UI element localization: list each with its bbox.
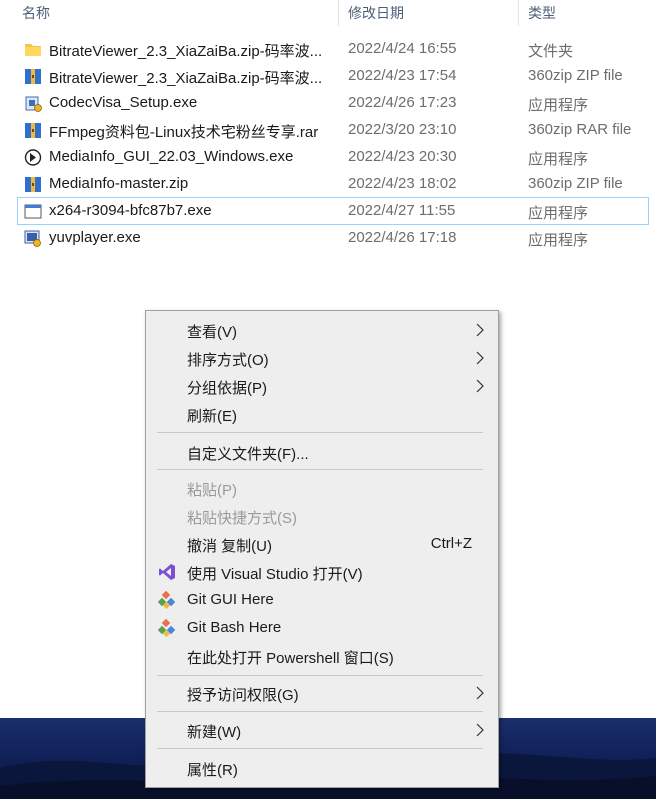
menu-separator xyxy=(157,748,483,749)
column-modified-header[interactable]: 修改日期 xyxy=(348,3,404,23)
menu-item-view[interactable]: 查看(V) xyxy=(146,317,498,343)
file-row[interactable]: BitrateViewer_2.3_XiaZaiBa.zip-码率波... 20… xyxy=(20,36,648,62)
chevron-right-icon xyxy=(476,351,484,365)
column-type-header[interactable]: 类型 xyxy=(528,3,556,23)
context-menu: 查看(V) 排序方式(O) 分组依据(P) 刷新(E) 自定义文件夹(F)...… xyxy=(145,310,499,788)
menu-item-label: 使用 Visual Studio 打开(V) xyxy=(187,566,363,583)
menu-item-undo-copy[interactable]: 撤消 复制(U) Ctrl+Z xyxy=(146,531,498,557)
file-date: 2022/4/26 17:23 xyxy=(348,94,457,111)
file-date: 2022/4/26 17:18 xyxy=(348,229,457,246)
file-row-selected[interactable]: x264-r3094-bfc87b7.exe 2022/4/27 11:55 应… xyxy=(17,197,649,225)
chevron-right-icon xyxy=(476,323,484,337)
file-name: MediaInfo-master.zip xyxy=(49,175,189,192)
menu-item-properties[interactable]: 属性(R) xyxy=(146,755,498,781)
file-date: 2022/4/23 17:54 xyxy=(348,67,457,84)
file-name: x264-r3094-bfc87b7.exe xyxy=(49,202,212,219)
menu-item-label: 分组依据(P) xyxy=(187,380,267,397)
menu-item-paste-shortcut: 粘贴快捷方式(S) xyxy=(146,503,498,529)
file-name: BitrateViewer_2.3_XiaZaiBa.zip-码率波... xyxy=(49,43,323,60)
zip-archive-icon xyxy=(25,177,41,192)
file-type: 应用程序 xyxy=(528,97,589,114)
chevron-right-icon xyxy=(476,723,484,737)
window-app-icon xyxy=(24,204,42,219)
menu-item-shortcut: Ctrl+Z xyxy=(430,535,472,552)
file-row[interactable]: MediaInfo_GUI_22.03_Windows.exe 2022/4/2… xyxy=(20,144,648,170)
rar-archive-icon xyxy=(25,123,41,138)
menu-item-label: 粘贴快捷方式(S) xyxy=(187,510,297,527)
menu-item-paste: 粘贴(P) xyxy=(146,475,498,501)
sort-caret-icon: ⌃ xyxy=(172,0,180,5)
file-name: FFmpeg资料包-Linux技术宅粉丝专享.rar xyxy=(49,124,319,141)
chevron-right-icon xyxy=(476,379,484,393)
menu-item-label: 刷新(E) xyxy=(187,408,237,425)
menu-item-label: 授予访问权限(G) xyxy=(187,687,299,704)
file-name: BitrateViewer_2.3_XiaZaiBa.zip-码率波... xyxy=(49,70,323,87)
zip-archive-icon xyxy=(25,69,41,84)
menu-separator xyxy=(157,432,483,433)
file-row[interactable]: yuvplayer.exe 2022/4/26 17:18 应用程序 xyxy=(20,225,648,251)
yuvplayer-icon xyxy=(24,230,41,247)
menu-item-label: 查看(V) xyxy=(187,324,237,341)
menu-item-label: 粘贴(P) xyxy=(187,482,237,499)
menu-separator xyxy=(157,711,483,712)
file-date: 2022/4/24 16:55 xyxy=(348,40,457,57)
menu-item-new[interactable]: 新建(W) xyxy=(146,717,498,743)
installer-icon xyxy=(25,96,42,112)
file-type: 360zip ZIP file xyxy=(528,67,623,84)
file-type: 应用程序 xyxy=(528,151,589,168)
column-divider[interactable] xyxy=(518,0,519,26)
menu-item-git-gui[interactable]: Git GUI Here xyxy=(146,587,498,613)
file-date: 2022/4/27 11:55 xyxy=(348,202,456,219)
file-name: yuvplayer.exe xyxy=(49,229,141,246)
menu-item-label: 属性(R) xyxy=(187,762,238,779)
chevron-right-icon xyxy=(476,686,484,700)
menu-item-refresh[interactable]: 刷新(E) xyxy=(146,401,498,427)
menu-item-label: 新建(W) xyxy=(187,724,242,741)
menu-item-label: 在此处打开 Powershell 窗口(S) xyxy=(187,650,394,667)
menu-item-label: Git GUI Here xyxy=(187,591,274,608)
menu-item-label: 撤消 复制(U) xyxy=(187,538,272,555)
menu-item-open-visual-studio[interactable]: 使用 Visual Studio 打开(V) xyxy=(146,559,498,585)
column-header: ⌃ 名称 修改日期 类型 xyxy=(0,0,656,26)
menu-item-group[interactable]: 分组依据(P) xyxy=(146,373,498,399)
menu-item-git-bash[interactable]: Git Bash Here xyxy=(146,615,498,641)
mediainfo-icon xyxy=(24,149,42,166)
file-name: CodecVisa_Setup.exe xyxy=(49,94,198,111)
menu-item-open-powershell[interactable]: 在此处打开 Powershell 窗口(S) xyxy=(146,643,498,669)
git-bash-icon xyxy=(158,619,176,637)
menu-separator xyxy=(157,675,483,676)
file-date: 2022/3/20 23:10 xyxy=(348,121,457,138)
git-gui-icon xyxy=(158,591,176,609)
menu-item-sort[interactable]: 排序方式(O) xyxy=(146,345,498,371)
menu-item-customize-folder[interactable]: 自定义文件夹(F)... xyxy=(146,439,498,465)
visual-studio-icon xyxy=(159,564,175,580)
column-name-header[interactable]: 名称 xyxy=(22,3,50,23)
file-type: 360zip ZIP file xyxy=(528,175,623,192)
menu-separator xyxy=(157,469,483,470)
folder-icon xyxy=(25,44,41,56)
file-row[interactable]: BitrateViewer_2.3_XiaZaiBa.zip-码率波... 20… xyxy=(20,63,648,89)
file-row[interactable]: FFmpeg资料包-Linux技术宅粉丝专享.rar 2022/3/20 23:… xyxy=(20,117,648,143)
file-row[interactable]: MediaInfo-master.zip 2022/4/23 18:02 360… xyxy=(20,171,648,197)
menu-item-grant-access[interactable]: 授予访问权限(G) xyxy=(146,680,498,706)
menu-item-label: 自定义文件夹(F)... xyxy=(187,446,309,463)
column-divider[interactable] xyxy=(338,0,339,26)
menu-item-label: Git Bash Here xyxy=(187,619,282,636)
menu-item-label: 排序方式(O) xyxy=(187,352,269,369)
file-type: 应用程序 xyxy=(528,205,589,222)
file-row[interactable]: CodecVisa_Setup.exe 2022/4/26 17:23 应用程序 xyxy=(20,90,648,116)
file-date: 2022/4/23 18:02 xyxy=(348,175,457,192)
file-name: MediaInfo_GUI_22.03_Windows.exe xyxy=(49,148,294,165)
file-date: 2022/4/23 20:30 xyxy=(348,148,457,165)
file-type: 360zip RAR file xyxy=(528,121,632,138)
file-type: 文件夹 xyxy=(528,43,574,60)
file-type: 应用程序 xyxy=(528,232,589,249)
